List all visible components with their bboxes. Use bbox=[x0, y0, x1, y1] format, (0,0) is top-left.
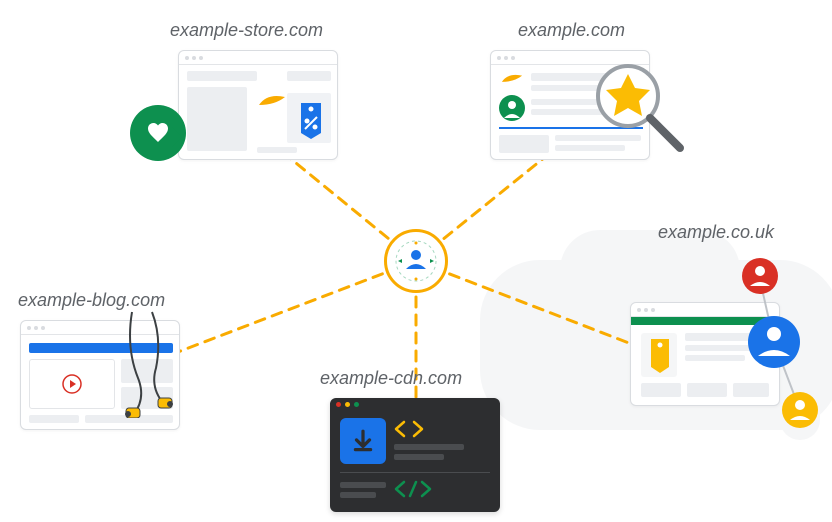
tag-icon bbox=[641, 333, 677, 377]
heart-icon bbox=[145, 121, 171, 145]
label-site: example.com bbox=[518, 20, 625, 41]
browser-store bbox=[178, 50, 338, 160]
brand-swoosh-icon bbox=[499, 71, 525, 85]
code-brackets-icon bbox=[394, 420, 424, 438]
heart-bubble-icon bbox=[130, 105, 186, 161]
price-tag-icon bbox=[287, 93, 331, 143]
identity-hub bbox=[384, 229, 448, 293]
avatar-icon bbox=[499, 95, 525, 121]
diagram-stage: example-store.com example.com bbox=[0, 0, 832, 522]
download-arrow-icon bbox=[350, 428, 376, 454]
label-uk: example.co.uk bbox=[658, 222, 774, 243]
magnifier-icon bbox=[590, 58, 690, 163]
label-store: example-store.com bbox=[170, 20, 323, 41]
code-selfclose-icon bbox=[394, 480, 432, 498]
terminal-cdn bbox=[330, 398, 500, 512]
download-tile bbox=[340, 418, 386, 464]
play-icon bbox=[62, 374, 82, 394]
brand-swoosh-icon bbox=[257, 91, 287, 109]
people-network-icon bbox=[720, 252, 830, 442]
earbuds-icon bbox=[116, 308, 196, 418]
label-cdn: example-cdn.com bbox=[320, 368, 462, 389]
identity-hub-icon bbox=[394, 239, 438, 283]
